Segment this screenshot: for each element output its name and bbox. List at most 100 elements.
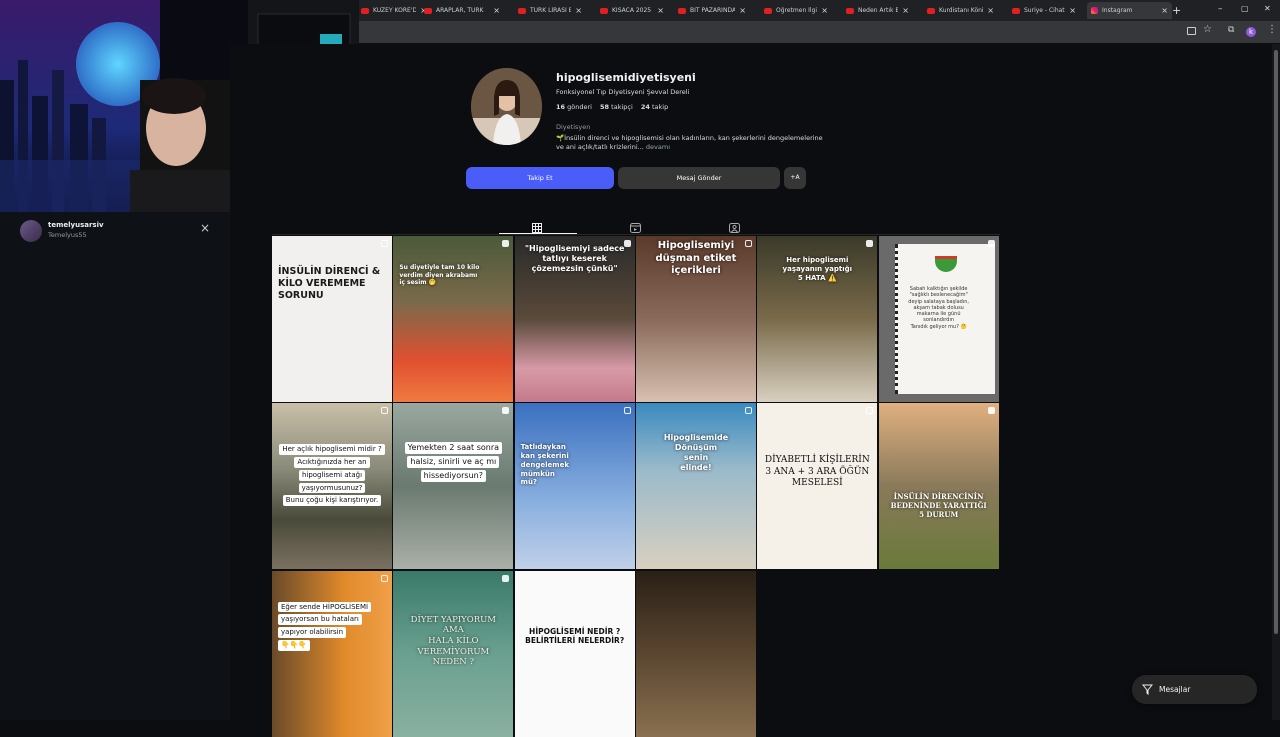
browser-tab[interactable]: Kurdistanı Königs × bbox=[923, 2, 998, 19]
following-label[interactable]: takip bbox=[652, 103, 668, 111]
post-caption: "Hipoglisemiyi sadece tatlıyı keserek çöze… bbox=[521, 244, 629, 274]
chat-username[interactable]: temelyusarsiv bbox=[48, 221, 104, 229]
browser-tab[interactable]: ARAPLAR, TÜRK × bbox=[420, 2, 504, 19]
post-tile[interactable]: Her hipoglisemi yaşayanın yaptığı 5 HATA ⚠… bbox=[757, 236, 878, 402]
youtube-favicon-icon bbox=[678, 7, 686, 14]
caption-line: HİPOGLİSEMİ NEDİR ? bbox=[529, 626, 621, 636]
new-tab-button[interactable]: + bbox=[1172, 4, 1181, 17]
post-caption: Tatlıdaykan kan şekerini dengelemek mümkün m… bbox=[521, 443, 629, 487]
follow-button[interactable]: Takip Et bbox=[466, 167, 614, 189]
post-tile[interactable]: Sabah kalktığın şekilde "sağlıklı beslene… bbox=[878, 236, 999, 402]
following-count[interactable]: 24 bbox=[641, 103, 650, 111]
profile-avatar[interactable] bbox=[471, 68, 542, 145]
post-caption: Hipoglisemide Dönüşüm senin elinde! bbox=[642, 433, 750, 473]
caption-line: Tanıdık geliyor mu? 🤔 bbox=[910, 323, 967, 330]
tab-title: Öğretmen İlginç bbox=[776, 7, 817, 14]
browser-profile-avatar[interactable]: k bbox=[1246, 27, 1256, 37]
caption-line: AMA bbox=[442, 625, 464, 636]
youtube-favicon-icon bbox=[764, 7, 772, 14]
tab-title: Neden Artık Bilet bbox=[858, 7, 899, 14]
browser-tab[interactable]: Instagram × bbox=[1087, 2, 1172, 19]
bookmark-star-icon[interactable]: ☆ bbox=[1203, 24, 1212, 35]
caption-line: SORUNU bbox=[278, 289, 324, 301]
post-tile[interactable]: Su diyetiyle tam 10 kilo verdim diyen akr… bbox=[393, 236, 514, 402]
caption-line: düşman etiket bbox=[655, 252, 737, 264]
extensions-icon[interactable]: ⧉ bbox=[1228, 25, 1234, 35]
minimize-button[interactable]: – bbox=[1218, 4, 1223, 14]
post-tile[interactable]: Eğer sende HİPOGLİSEMİ yaşıyorsan bu hata… bbox=[272, 570, 392, 737]
tab-close-icon[interactable]: × bbox=[821, 6, 828, 15]
browser-tab[interactable]: BIT PAZARINDA × bbox=[674, 2, 750, 19]
tab-close-icon[interactable]: × bbox=[657, 6, 664, 15]
post-tile[interactable]: DİYABETLİ KİŞİLERİN 3 ANA + 3 ARA ÖĞÜN MES… bbox=[757, 403, 878, 570]
profile-bio-line1: 🌱İnsülin direnci ve hipoglisemisi olan k… bbox=[556, 134, 823, 142]
reels-icon[interactable] bbox=[630, 218, 641, 233]
message-button[interactable]: Mesaj Gönder bbox=[618, 167, 780, 189]
browser-tab[interactable]: Öğretmen İlginç × bbox=[760, 2, 832, 19]
carousel-icon bbox=[381, 240, 388, 247]
post-tile[interactable]: DİYET YAPIYORUM AMA HALA KİLO VEREMİYORUM N… bbox=[393, 570, 514, 737]
reel-icon bbox=[502, 240, 510, 247]
caption-line: Acıktığınızda her an bbox=[294, 457, 370, 468]
post-caption: Su diyetiyle tam 10 kilo verdim diyen akr… bbox=[399, 264, 507, 287]
profile-options-icon[interactable]: ··· bbox=[686, 71, 694, 80]
tabs-divider bbox=[272, 234, 1000, 235]
chat-panel: temelyusarsiv Temelyus55 × bbox=[0, 212, 230, 720]
caption-line: tatlıyı keserek bbox=[542, 254, 607, 263]
caption-line: MESELESİ bbox=[791, 477, 843, 488]
tab-close-icon[interactable]: × bbox=[739, 6, 746, 15]
youtube-favicon-icon bbox=[518, 7, 526, 14]
tab-close-icon[interactable]: × bbox=[987, 6, 994, 15]
post-tile[interactable]: Yemekten 2 saat sonra halsiz, sinirli ve … bbox=[393, 403, 514, 570]
scrollbar-thumb[interactable] bbox=[1274, 50, 1278, 634]
post-tile[interactable]: "Hipoglisemiyi sadece tatlıyı keserek çöze… bbox=[514, 236, 635, 402]
profile-username: hipoglisemidiyetisyeni bbox=[556, 71, 696, 84]
caption-line: Dönüşüm bbox=[674, 443, 718, 453]
caption-line: kan şekerini bbox=[520, 452, 569, 461]
post-tile[interactable]: Tatlıdaykan kan şekerini dengelemek mümkün m… bbox=[514, 403, 635, 570]
browser-menu-icon[interactable]: ⋮ bbox=[1267, 24, 1277, 35]
post-tile[interactable]: İNSÜLİN DİRENCİ & KİLO VEREMEME SORUNU bbox=[272, 236, 392, 402]
browser-tab[interactable]: TÜRK LİRASI BU× bbox=[514, 2, 586, 19]
caption-line: yaşıyormusunuz? bbox=[298, 482, 366, 494]
profile-fullname: Fonksiyonel Tıp Diyetisyeni Şevval Derel… bbox=[556, 88, 690, 96]
post-tile[interactable]: Her açlık hipoglisemi midir ? Acıktığınız… bbox=[272, 403, 392, 570]
followers-count[interactable]: 58 bbox=[600, 103, 609, 111]
tab-close-icon[interactable]: × bbox=[1069, 6, 1076, 15]
active-tab-indicator bbox=[499, 233, 577, 234]
close-window-button[interactable]: ✕ bbox=[1264, 4, 1271, 13]
bio-more-link[interactable]: devamı bbox=[646, 143, 670, 151]
youtube-favicon-icon bbox=[927, 7, 935, 14]
caption-line: 👇👇👇 bbox=[278, 639, 311, 651]
add-user-button[interactable]: +A bbox=[784, 167, 806, 189]
tagged-icon[interactable] bbox=[729, 218, 740, 233]
post-tile[interactable] bbox=[635, 570, 756, 737]
carousel-icon bbox=[623, 407, 631, 415]
post-tile[interactable]: HİPOGLİSEMİ NEDİR ? BELİRTİLERİ NELERDİR? bbox=[514, 570, 635, 737]
post-tile[interactable]: Hipoglisemiyi düşman etiket içerikleri bbox=[635, 236, 756, 402]
post-caption: Her hipoglisemi yaşayanın yaptığı 5 HATA ⚠… bbox=[763, 256, 871, 282]
grid-glyph bbox=[532, 223, 542, 233]
maximize-button[interactable]: ▢ bbox=[1241, 4, 1249, 13]
tab-close-icon[interactable]: × bbox=[493, 6, 500, 15]
browser-tab[interactable]: Suriye - Cihatçılar × bbox=[1008, 2, 1080, 19]
caption-line: 5 HATA ⚠️ bbox=[797, 273, 837, 282]
chat-avatar[interactable] bbox=[20, 220, 42, 242]
tab-close-icon[interactable]: × bbox=[902, 6, 909, 15]
post-tile[interactable]: Hipoglisemide Dönüşüm senin elinde! bbox=[635, 403, 756, 570]
tab-close-icon[interactable]: × bbox=[575, 6, 582, 15]
followers-label[interactable]: takipçi bbox=[611, 103, 633, 111]
messages-button[interactable]: Mesajlar bbox=[1132, 675, 1257, 704]
post-tile[interactable]: İNSÜLİN DİRENCİNİN BEDENİNDE YARATTIĞI 5 D… bbox=[878, 403, 999, 570]
tab-title: Instagram bbox=[1102, 7, 1133, 14]
tab-title: KISACA 2025 - Yo bbox=[612, 7, 653, 14]
grid-icon[interactable] bbox=[532, 218, 542, 233]
install-app-icon[interactable] bbox=[1187, 27, 1196, 35]
caption-line: yaşıyorsan bu hataları bbox=[278, 614, 362, 626]
browser-tab[interactable]: KISACA 2025 - Yo × bbox=[596, 2, 668, 19]
tab-close-icon[interactable]: × bbox=[1161, 6, 1168, 15]
chat-close-button[interactable]: × bbox=[200, 221, 210, 235]
tab-title: TÜRK LİRASI BU bbox=[530, 7, 572, 14]
browser-tab[interactable]: Neden Artık Bilet× bbox=[842, 2, 913, 19]
posts-grid: İNSÜLİN DİRENCİ & KİLO VEREMEME SORUNU Su d… bbox=[272, 236, 1000, 737]
